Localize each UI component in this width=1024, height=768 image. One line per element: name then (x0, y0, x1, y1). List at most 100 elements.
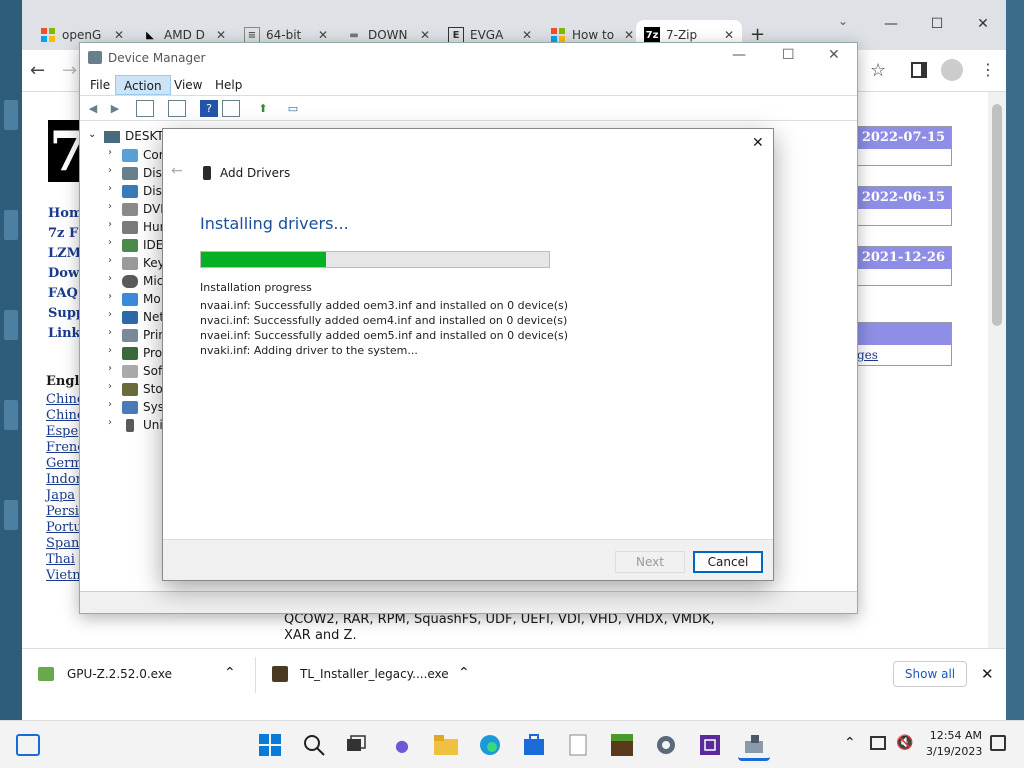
expand-chevron-icon[interactable]: › (108, 363, 112, 374)
expand-chevron-icon[interactable]: › (108, 165, 112, 176)
expand-chevron-icon[interactable]: › (108, 201, 112, 212)
nav-link[interactable]: Link (48, 326, 81, 341)
minimize-button[interactable]: — (868, 10, 914, 38)
tree-item[interactable]: › IDE (80, 237, 162, 255)
start-button-icon[interactable] (254, 729, 286, 761)
collapse-chevron-icon[interactable]: ⌄ (88, 129, 96, 140)
scan-hardware-icon[interactable]: ▭ (284, 100, 302, 117)
menu-file[interactable]: File (82, 75, 118, 95)
expand-chevron-icon[interactable]: › (108, 183, 112, 194)
download-filename[interactable]: GPU-Z.2.52.0.exe (67, 667, 172, 681)
update-driver-icon[interactable]: ⬆ (254, 100, 272, 117)
close-tab-icon[interactable]: ✕ (724, 28, 734, 42)
close-tab-icon[interactable]: ✕ (318, 28, 328, 42)
desktop-shortcut-icon[interactable] (4, 210, 18, 240)
tree-item[interactable]: › Key (80, 255, 162, 273)
language-link[interactable]: Germ (46, 456, 83, 471)
clock-time[interactable]: 12:54 AM (926, 729, 982, 742)
expand-chevron-icon[interactable]: › (108, 399, 112, 410)
chevron-up-icon[interactable]: ⌃ (844, 735, 856, 751)
tree-item[interactable]: › Mo (80, 291, 162, 309)
tree-item[interactable]: › Pro (80, 345, 162, 363)
forward-icon[interactable]: ▶ (106, 100, 124, 117)
profile-avatar-icon[interactable] (941, 59, 963, 81)
close-tab-icon[interactable]: ✕ (216, 28, 226, 42)
expand-chevron-icon[interactable]: › (108, 255, 112, 266)
expand-chevron-icon[interactable]: › (108, 147, 112, 158)
close-button[interactable]: ✕ (752, 135, 764, 151)
properties-icon[interactable] (168, 100, 186, 117)
nav-link[interactable]: 7z F (48, 226, 78, 241)
side-panel-icon[interactable] (911, 62, 927, 78)
maximize-button[interactable]: ☐ (782, 47, 795, 63)
cancel-button[interactable]: Cancel (693, 551, 763, 573)
chevron-up-icon[interactable]: ⌃ (224, 665, 236, 681)
menu-view[interactable]: View (166, 75, 210, 95)
nav-link[interactable]: LZM (48, 246, 81, 261)
tree-item[interactable]: › Prin (80, 327, 162, 345)
desktop-shortcut-icon[interactable] (4, 310, 18, 340)
language-link[interactable]: Espe (46, 424, 78, 439)
back-arrow-icon[interactable]: ← (171, 163, 183, 179)
language-link[interactable]: Span (46, 536, 79, 551)
back-arrow-icon[interactable]: ← (30, 60, 45, 81)
device-manager-taskbar-icon[interactable] (738, 729, 770, 761)
expand-chevron-icon[interactable]: › (108, 291, 112, 302)
expand-chevron-icon[interactable]: › (108, 381, 112, 392)
expand-chevron-icon[interactable]: › (108, 309, 112, 320)
forward-arrow-icon[interactable]: → (62, 60, 77, 81)
sidebar-link[interactable]: ges (857, 348, 878, 362)
show-hide-console-tree-icon[interactable] (136, 100, 154, 117)
minimize-button[interactable]: — (732, 47, 746, 63)
close-tab-icon[interactable]: ✕ (114, 28, 124, 42)
network-icon[interactable] (870, 736, 886, 750)
language-link[interactable]: Portu (46, 520, 82, 535)
tree-item[interactable]: › Disp (80, 183, 162, 201)
cpu-z-icon[interactable] (694, 729, 726, 761)
view-icon[interactable] (222, 100, 240, 117)
tree-item[interactable]: › Net (80, 309, 162, 327)
language-link[interactable]: Persi (46, 504, 79, 519)
widgets-icon[interactable] (16, 734, 40, 756)
tree-item[interactable]: › Syst (80, 399, 162, 417)
tree-item[interactable]: › Cor (80, 147, 162, 165)
bookmark-star-icon[interactable]: ☆ (870, 60, 886, 81)
page-scrollbar[interactable] (988, 92, 1006, 648)
teams-chat-icon[interactable]: ● (386, 729, 418, 761)
close-button[interactable]: ✕ (828, 47, 840, 63)
tree-item[interactable]: › Uni (80, 417, 162, 435)
more-menu-icon[interactable]: ⋮ (980, 60, 996, 79)
expand-chevron-icon[interactable]: › (108, 345, 112, 356)
notification-icon[interactable] (990, 735, 1006, 751)
expand-chevron-icon[interactable]: › (108, 273, 112, 284)
tab-search-icon[interactable]: ⌄ (838, 14, 848, 28)
close-tab-icon[interactable]: ✕ (522, 28, 532, 42)
settings-gear-icon[interactable] (650, 729, 682, 761)
language-link[interactable]: Thai (46, 552, 75, 567)
notepad-icon[interactable] (562, 729, 594, 761)
menu-help[interactable]: Help (207, 75, 250, 95)
task-view-icon[interactable] (340, 729, 372, 761)
language-link[interactable]: Japa (46, 488, 75, 503)
close-tab-icon[interactable]: ✕ (420, 28, 430, 42)
menu-action[interactable]: Action (115, 75, 171, 95)
next-button[interactable]: Next (615, 551, 685, 573)
expand-chevron-icon[interactable]: › (108, 219, 112, 230)
scrollbar-thumb[interactable] (992, 104, 1002, 326)
chevron-up-icon[interactable]: ⌃ (458, 665, 470, 681)
language-link[interactable]: Vietn (46, 568, 81, 583)
maximize-button[interactable]: ☐ (914, 10, 960, 38)
store-icon[interactable] (518, 729, 550, 761)
tree-item[interactable]: › Disk (80, 165, 162, 183)
nav-link[interactable]: FAQ (48, 286, 78, 301)
nav-link[interactable]: Dow (48, 266, 79, 281)
tree-item[interactable]: › DVD (80, 201, 162, 219)
search-icon[interactable] (298, 729, 330, 761)
expand-chevron-icon[interactable]: › (108, 417, 112, 428)
tree-item[interactable]: › Sto (80, 381, 162, 399)
close-download-bar-button[interactable]: ✕ (981, 665, 994, 683)
back-icon[interactable]: ◀ (84, 100, 102, 117)
expand-chevron-icon[interactable]: › (108, 237, 112, 248)
minecraft-icon[interactable] (606, 729, 638, 761)
tree-item[interactable]: › Soft (80, 363, 162, 381)
